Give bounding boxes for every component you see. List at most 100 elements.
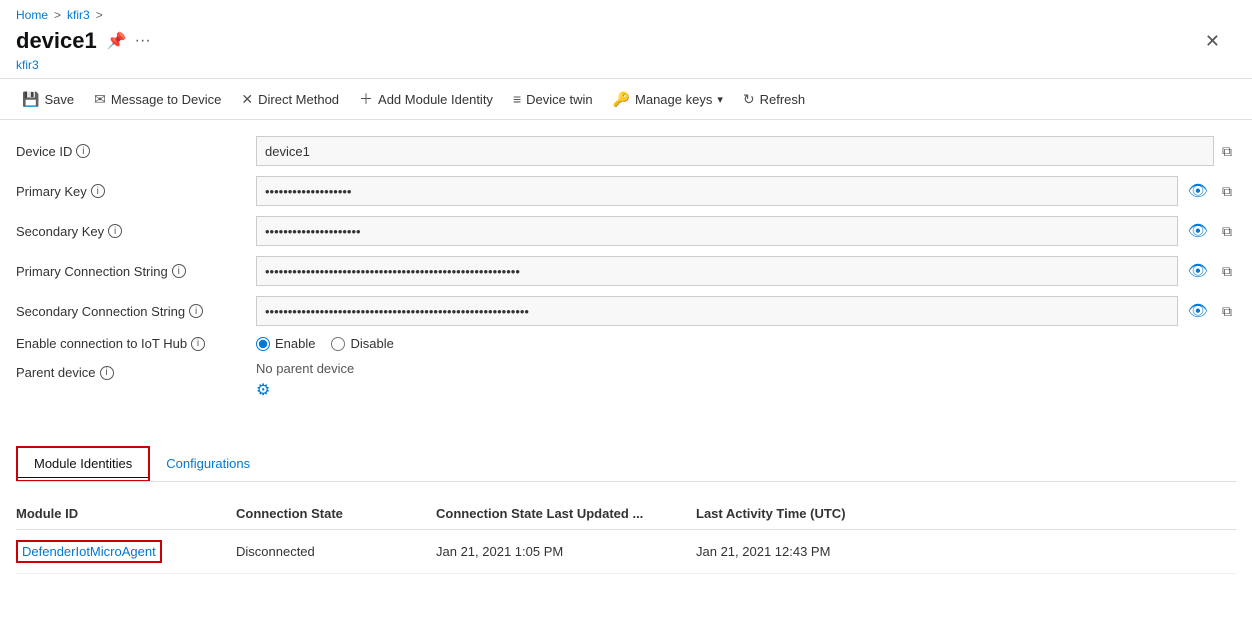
disable-radio-label[interactable]: Disable xyxy=(331,336,393,351)
message-to-device-button[interactable]: ✉ Message to Device xyxy=(84,87,231,112)
breadcrumb-home[interactable]: Home xyxy=(16,8,48,22)
col-connection-state: Connection State xyxy=(236,506,436,521)
direct-method-icon: ✕ xyxy=(241,91,253,108)
pin-icon[interactable]: 📌 xyxy=(107,31,127,51)
enable-conn-row: Enable connection to IoT Hub i Enable Di… xyxy=(16,336,1236,351)
device-id-input[interactable] xyxy=(256,136,1214,166)
tab-module-identities-label: Module Identities xyxy=(34,456,132,471)
primary-key-input[interactable] xyxy=(256,176,1178,206)
connection-state-cell: Disconnected xyxy=(236,544,436,559)
device-twin-icon: ≡ xyxy=(513,91,521,107)
breadcrumb: Home > kfir3 > xyxy=(0,0,1252,26)
direct-method-label: Direct Method xyxy=(258,92,339,107)
primary-conn-input[interactable] xyxy=(256,256,1178,286)
parent-device-info-icon[interactable]: i xyxy=(100,366,114,380)
module-id-link[interactable]: DefenderIotMicroAgent xyxy=(16,540,162,563)
enable-radio-input[interactable] xyxy=(256,337,270,351)
enable-conn-options: Enable Disable xyxy=(256,336,1236,351)
refresh-icon: ↻ xyxy=(743,91,755,108)
device-id-input-wrap: ⧉ xyxy=(256,136,1236,166)
enable-radio-label[interactable]: Enable xyxy=(256,336,315,351)
tab-configurations[interactable]: Configurations xyxy=(150,448,266,479)
secondary-conn-copy-icon[interactable]: ⧉ xyxy=(1218,303,1236,320)
message-label: Message to Device xyxy=(111,92,222,107)
module-id-cell: DefenderIotMicroAgent xyxy=(16,540,236,563)
secondary-conn-row: Secondary Connection String i 👁 ⧉ xyxy=(16,296,1236,326)
col-module-id: Module ID xyxy=(16,506,236,521)
primary-key-eye-icon[interactable]: 👁 xyxy=(1182,181,1214,201)
breadcrumb-hub[interactable]: kfir3 xyxy=(67,8,90,22)
table-row: DefenderIotMicroAgent Disconnected Jan 2… xyxy=(16,530,1236,574)
tabs-section: Module Identities Configurations xyxy=(0,446,1252,482)
primary-conn-info-icon[interactable]: i xyxy=(172,264,186,278)
secondary-conn-input[interactable] xyxy=(256,296,1178,326)
save-icon: 💾 xyxy=(22,91,39,108)
header-actions: device1 📌 ··· ✕ xyxy=(16,28,1236,54)
add-module-label: Add Module Identity xyxy=(378,92,493,107)
table-section: Module ID Connection State Connection St… xyxy=(0,482,1252,590)
manage-keys-icon: 🔑 xyxy=(613,91,630,108)
tabs-bar: Module Identities Configurations xyxy=(16,446,1236,482)
secondary-key-eye-icon[interactable]: 👁 xyxy=(1182,221,1214,241)
connection-updated-cell: Jan 21, 2021 1:05 PM xyxy=(436,544,696,559)
last-activity-cell: Jan 21, 2021 12:43 PM xyxy=(696,544,936,559)
device-id-copy-icon[interactable]: ⧉ xyxy=(1218,143,1236,160)
form-area: Device ID i ⧉ Primary Key i 👁 ⧉ Secon xyxy=(16,136,1236,410)
gear-icon[interactable]: ⚙ xyxy=(256,380,354,400)
enable-label: Enable xyxy=(275,336,315,351)
primary-conn-input-wrap: 👁 ⧉ xyxy=(256,256,1236,286)
tab-module-identities[interactable]: Module Identities xyxy=(16,446,150,481)
tab-configurations-label: Configurations xyxy=(166,456,250,471)
primary-conn-eye-icon[interactable]: 👁 xyxy=(1182,261,1214,281)
primary-conn-label: Primary Connection String i xyxy=(16,264,256,279)
parent-device-value: No parent device xyxy=(256,361,354,376)
breadcrumb-sep1: > xyxy=(54,8,61,22)
page-title: device1 xyxy=(16,28,97,54)
device-id-row: Device ID i ⧉ xyxy=(16,136,1236,166)
secondary-conn-label: Secondary Connection String i xyxy=(16,304,256,319)
header: device1 📌 ··· ✕ xyxy=(0,26,1252,58)
primary-key-input-wrap: 👁 ⧉ xyxy=(256,176,1236,206)
toolbar: 💾 Save ✉ Message to Device ✕ Direct Meth… xyxy=(0,78,1252,120)
primary-key-copy-icon[interactable]: ⧉ xyxy=(1218,183,1236,200)
secondary-key-info-icon[interactable]: i xyxy=(108,224,122,238)
disable-radio-input[interactable] xyxy=(331,337,345,351)
primary-key-row: Primary Key i 👁 ⧉ xyxy=(16,176,1236,206)
secondary-conn-info-icon[interactable]: i xyxy=(189,304,203,318)
refresh-button[interactable]: ↻ Refresh xyxy=(733,87,815,112)
breadcrumb-sep2: > xyxy=(96,8,103,22)
close-button[interactable]: ✕ xyxy=(1205,31,1236,52)
device-twin-button[interactable]: ≡ Device twin xyxy=(503,87,603,111)
secondary-key-label: Secondary Key i xyxy=(16,224,256,239)
parent-device-row: Parent device i No parent device ⚙ xyxy=(16,361,1236,400)
secondary-conn-input-wrap: 👁 ⧉ xyxy=(256,296,1236,326)
parent-device-label: Parent device i xyxy=(16,361,256,380)
disable-label: Disable xyxy=(350,336,393,351)
enable-conn-label: Enable connection to IoT Hub i xyxy=(16,336,256,351)
secondary-key-input-wrap: 👁 ⧉ xyxy=(256,216,1236,246)
form-content: Device ID i ⧉ Primary Key i 👁 ⧉ Secon xyxy=(0,120,1252,426)
secondary-conn-eye-icon[interactable]: 👁 xyxy=(1182,301,1214,321)
col-last-activity: Last Activity Time (UTC) xyxy=(696,506,936,521)
manage-keys-chevron: ▾ xyxy=(717,93,723,106)
direct-method-button[interactable]: ✕ Direct Method xyxy=(231,87,349,112)
tab-module-underline xyxy=(18,477,148,479)
save-button[interactable]: 💾 Save xyxy=(12,87,84,112)
manage-keys-label: Manage keys xyxy=(635,92,712,107)
primary-key-info-icon[interactable]: i xyxy=(91,184,105,198)
device-id-label: Device ID i xyxy=(16,144,256,159)
more-icon[interactable]: ··· xyxy=(135,32,151,50)
save-label: Save xyxy=(44,92,74,107)
secondary-key-input[interactable] xyxy=(256,216,1178,246)
col-connection-updated: Connection State Last Updated ... xyxy=(436,506,696,521)
table-header: Module ID Connection State Connection St… xyxy=(16,498,1236,530)
manage-keys-button[interactable]: 🔑 Manage keys ▾ xyxy=(603,87,733,112)
enable-conn-info-icon[interactable]: i xyxy=(191,337,205,351)
refresh-label: Refresh xyxy=(760,92,806,107)
primary-conn-copy-icon[interactable]: ⧉ xyxy=(1218,263,1236,280)
primary-key-label: Primary Key i xyxy=(16,184,256,199)
device-id-info-icon[interactable]: i xyxy=(76,144,90,158)
device-twin-label: Device twin xyxy=(526,92,592,107)
add-module-identity-button[interactable]: ＋ Add Module Identity xyxy=(349,85,503,113)
secondary-key-copy-icon[interactable]: ⧉ xyxy=(1218,223,1236,240)
